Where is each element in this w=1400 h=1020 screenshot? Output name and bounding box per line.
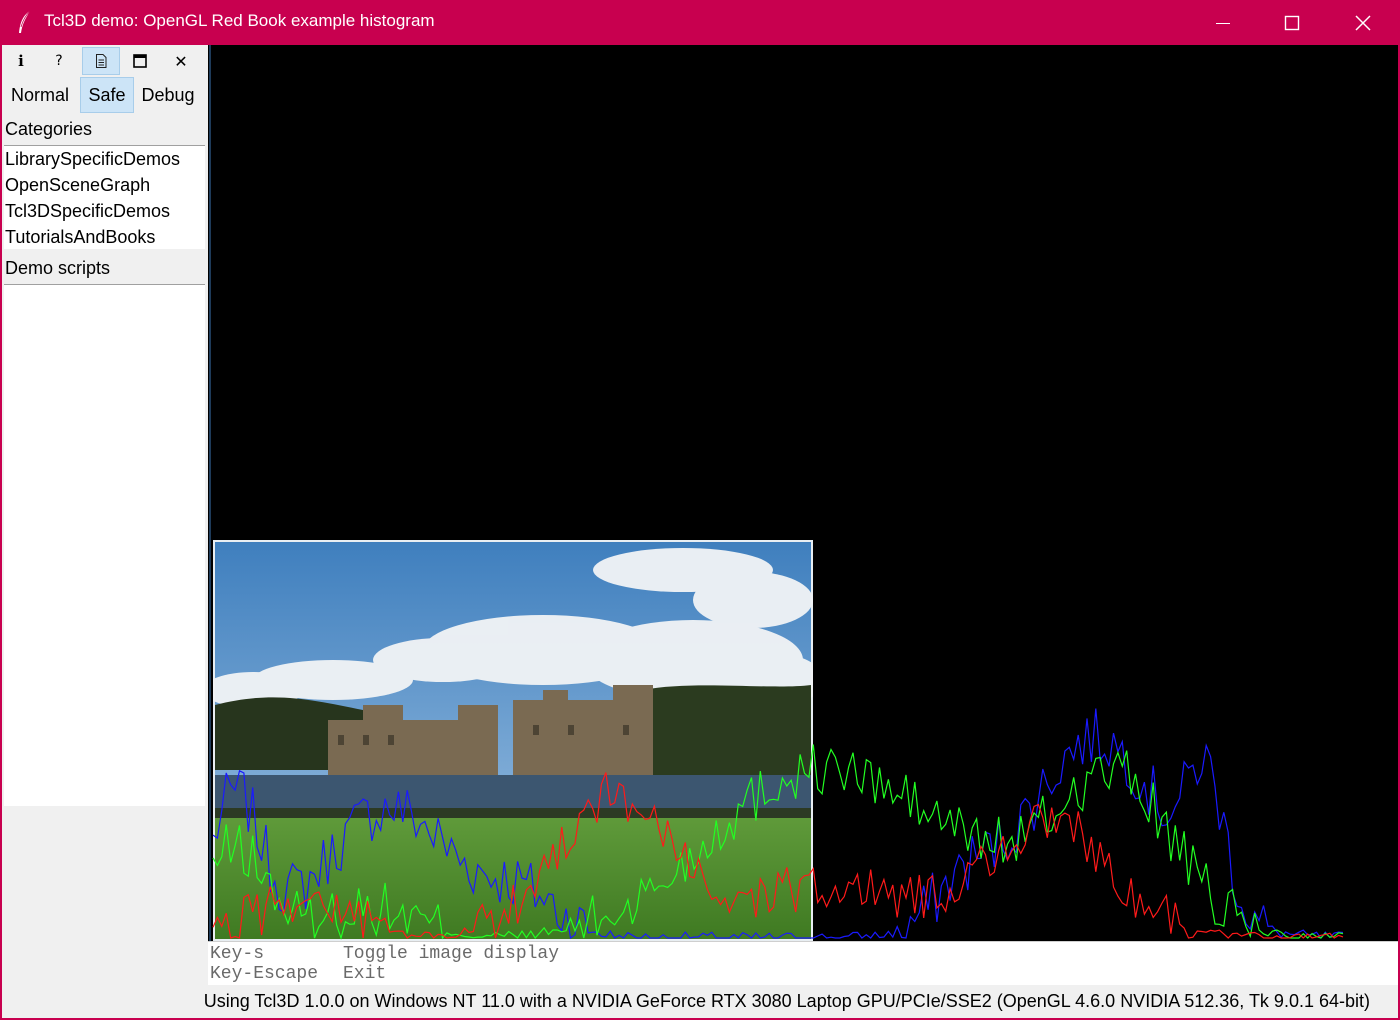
console-key: Key-s	[210, 944, 265, 964]
document-button[interactable]	[82, 47, 120, 75]
feather-icon	[19, 10, 31, 33]
status-text: Using Tcl3D 1.0.0 on Windows NT 11.0 wit…	[203, 991, 1370, 1011]
info-button[interactable]: i	[2, 47, 40, 75]
info-icon: i	[18, 52, 24, 70]
mode-normal-button[interactable]: Normal	[2, 77, 78, 113]
console-action: Toggle image display	[343, 944, 560, 964]
mode-debug-label: Debug	[141, 84, 195, 105]
categories-label: Categories	[5, 119, 93, 139]
demo-scripts-label: Demo scripts	[5, 258, 111, 278]
console-key: Key-Escape	[210, 964, 319, 984]
help-button[interactable]: ?	[40, 47, 78, 75]
histogram-green-line	[212, 744, 1344, 941]
console-line-1: Key-s Toggle image display	[210, 944, 559, 965]
minimize-button[interactable]	[1188, 0, 1258, 45]
exit-button[interactable]: ✕	[162, 47, 200, 75]
console-line-2: Key-Escape Exit	[210, 964, 386, 985]
list-item[interactable]: Tcl3DSpecificDemos	[4, 198, 205, 224]
close-icon	[1355, 14, 1371, 31]
categories-list[interactable]: LibrarySpecificDemos OpenSceneGraph Tcl3…	[4, 145, 205, 249]
window-title: Tcl3D demo: OpenGL Red Book example hist…	[44, 11, 435, 30]
help-icon: ?	[55, 53, 63, 69]
minimize-icon	[1216, 22, 1230, 24]
close-icon: ✕	[174, 51, 188, 71]
document-icon	[96, 54, 107, 68]
left-panel: i ? ✕ Normal Safe Debug Categories Libra…	[2, 45, 208, 985]
close-button[interactable]	[1328, 0, 1398, 45]
mode-safe-button[interactable]: Safe	[80, 77, 134, 113]
mode-safe-label: Safe	[88, 84, 126, 105]
histogram-plot	[209, 45, 1344, 941]
maximize-icon	[1284, 15, 1300, 30]
app-window: i ? ✕ Normal Safe Debug Categories Libra…	[2, 45, 1398, 1018]
demo-scripts-list[interactable]	[4, 284, 205, 806]
fullscreen-button[interactable]	[121, 47, 159, 75]
list-item[interactable]: OpenSceneGraph	[4, 172, 205, 198]
mode-debug-button[interactable]: Debug	[136, 77, 200, 113]
console-action: Exit	[343, 964, 387, 984]
title-bar: Tcl3D demo: OpenGL Red Book example hist…	[0, 0, 1400, 45]
console-output: Key-s Toggle image display Key-Escape Exit	[208, 941, 1398, 985]
fullscreen-icon	[133, 54, 147, 68]
status-bar: Using Tcl3D 1.0.0 on Windows NT 11.0 wit…	[2, 985, 1398, 1018]
opengl-canvas[interactable]	[208, 45, 1398, 941]
mode-normal-label: Normal	[10, 84, 69, 105]
list-item[interactable]: LibrarySpecificDemos	[4, 146, 205, 172]
maximize-button[interactable]	[1257, 0, 1327, 45]
list-item[interactable]: TutorialsAndBooks	[4, 224, 205, 250]
